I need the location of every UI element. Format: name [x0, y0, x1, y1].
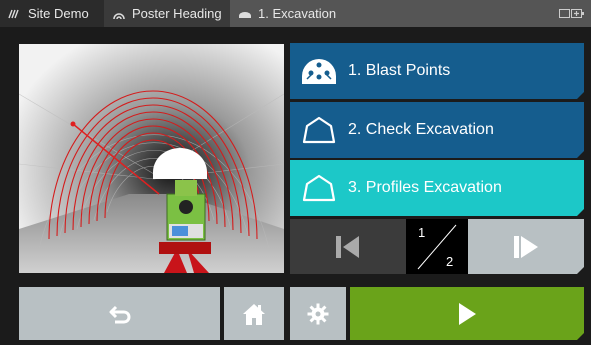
tab-label: Poster Heading: [132, 6, 222, 21]
target-icon: [113, 12, 125, 19]
next-page-button[interactable]: [468, 219, 584, 274]
home-icon: [243, 303, 265, 325]
gear-icon: [307, 303, 329, 324]
blast-points-icon: [302, 59, 336, 84]
skip-back-icon: [336, 235, 359, 258]
tunnel-illustration: [19, 44, 284, 273]
top-bar: Site Demo Poster Heading 1. Excavation: [0, 0, 591, 27]
tab-label: Site Demo: [28, 6, 89, 21]
profiles-excavation-button[interactable]: 3. Profiles Excavation: [290, 160, 584, 216]
site-icon: [8, 9, 19, 18]
battery-icon: [559, 9, 584, 18]
tab-site-demo[interactable]: Site Demo: [0, 0, 104, 27]
tunnel-profile-icon: [302, 116, 336, 144]
menu-item-label: 3. Profiles Excavation: [348, 179, 502, 196]
start-button[interactable]: [350, 287, 584, 340]
blast-points-button[interactable]: 1. Blast Points: [290, 43, 584, 99]
menu-item-label: 1. Blast Points: [348, 62, 451, 79]
page-indicator: 1 2: [406, 219, 468, 274]
total-pages: 2: [446, 254, 454, 269]
skip-forward-icon: [514, 235, 538, 258]
current-page: 1: [418, 225, 426, 240]
back-button[interactable]: [19, 287, 220, 340]
home-button[interactable]: [224, 287, 284, 340]
menu-item-label: 2. Check Excavation: [348, 121, 494, 138]
settings-button[interactable]: [290, 287, 346, 340]
tunnel-profile-icon: [302, 174, 336, 202]
previous-page-button[interactable]: [290, 219, 406, 274]
back-arrow-icon: [109, 305, 130, 323]
tab-excavation[interactable]: 1. Excavation: [230, 0, 591, 27]
play-icon: [459, 302, 476, 325]
tab-label: 1. Excavation: [258, 6, 337, 21]
tunnel-icon: [239, 11, 251, 18]
tab-poster-heading[interactable]: Poster Heading: [104, 0, 230, 27]
check-excavation-button[interactable]: 2. Check Excavation: [290, 102, 584, 158]
